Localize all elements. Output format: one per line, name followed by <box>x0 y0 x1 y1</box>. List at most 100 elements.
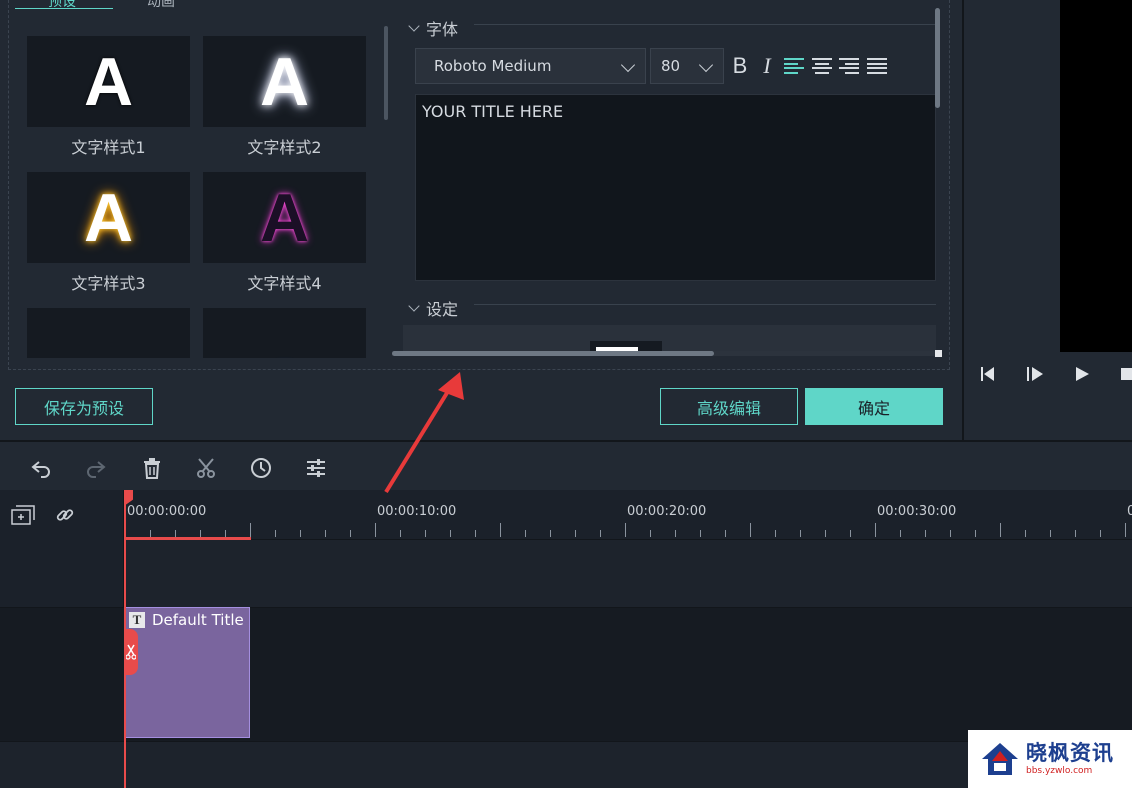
watermark: 晓枫资讯 bbs.yzwlo.com <box>968 730 1132 788</box>
preset-glyph: A <box>260 353 309 358</box>
chevron-down-icon <box>620 57 636 73</box>
font-section-title: 字体 <box>426 20 459 39</box>
preset-glyph: A <box>83 179 134 256</box>
preset-scrollbar[interactable] <box>384 26 388 120</box>
font-size-select[interactable]: 80 <box>650 48 724 84</box>
preset-thumbnail[interactable]: A <box>203 308 366 358</box>
preset-glyph: A <box>84 353 133 358</box>
annotation-arrow-icon <box>384 372 464 494</box>
ruler-tick <box>875 523 876 537</box>
ok-button[interactable]: 确定 <box>805 388 943 425</box>
ruler-tick <box>175 530 176 537</box>
font-family-select[interactable]: Roboto Medium <box>415 48 646 84</box>
watermark-text: 晓枫资讯 bbs.yzwlo.com <box>1026 741 1114 776</box>
bold-button[interactable]: B <box>729 53 751 78</box>
ruler-tick <box>575 530 576 537</box>
preset-item[interactable]: A 文字样式1 <box>27 36 190 158</box>
preset-label: 文字样式3 <box>71 274 146 293</box>
undo-icon[interactable] <box>30 457 52 479</box>
empty-track[interactable] <box>125 540 1132 607</box>
ruler-tick <box>550 530 551 537</box>
title-text-input[interactable]: YOUR TITLE HERE <box>415 94 936 281</box>
adjust-icon[interactable] <box>305 457 327 479</box>
preset-item[interactable]: A <box>27 308 190 358</box>
ruler-tick <box>425 530 426 537</box>
ruler-tick <box>650 530 651 537</box>
preset-glyph: A <box>259 179 310 256</box>
clock-icon[interactable] <box>250 457 272 479</box>
preset-item[interactable]: A 文字样式2 <box>203 36 366 158</box>
preview-video <box>1060 0 1132 352</box>
house-logo-icon <box>982 743 1018 775</box>
ruler-tick <box>1000 523 1001 537</box>
link-icon[interactable] <box>55 505 75 525</box>
save-preset-button[interactable]: 保存为预设 <box>15 388 153 425</box>
preset-glyph: A <box>83 43 134 120</box>
ruler-tick <box>1075 530 1076 537</box>
ruler-tick <box>750 523 751 537</box>
align-center-button[interactable] <box>811 54 833 78</box>
time-ruler[interactable]: 00:00:00:00 00:00:10:00 00:00:20:00 00:0… <box>125 490 1132 540</box>
ruler-tick <box>675 530 676 537</box>
audio-track[interactable] <box>0 741 1132 788</box>
app-window: 预设 动画 A 文字样式1 A 文字样式2 A 文字样式3 A 文字样式4 A <box>0 0 1132 788</box>
align-right-button[interactable] <box>838 54 860 78</box>
playhead-split-button[interactable] <box>124 629 138 675</box>
skip-back-icon[interactable] <box>980 366 998 382</box>
settings-section-title: 设定 <box>426 300 459 319</box>
preset-thumbnail[interactable]: A <box>27 172 190 263</box>
vertical-scrollbar-thumb[interactable] <box>935 8 940 108</box>
ruler-tick <box>625 523 626 537</box>
play-icon[interactable] <box>1074 366 1090 382</box>
preset-item[interactable]: A 文字样式3 <box>27 172 190 294</box>
ruler-tick <box>1025 530 1026 537</box>
preset-thumbnail[interactable]: A <box>27 36 190 127</box>
ruler-tick <box>250 523 251 537</box>
ruler-tick <box>700 530 701 537</box>
advanced-edit-button[interactable]: 高级编辑 <box>660 388 798 425</box>
align-left-button[interactable] <box>783 54 805 78</box>
ruler-tick <box>900 530 901 537</box>
redo-icon[interactable] <box>85 457 107 479</box>
preset-thumbnail[interactable]: A <box>27 308 190 358</box>
ruler-tick <box>450 530 451 537</box>
ruler-tick <box>950 530 951 537</box>
preset-label: 文字样式1 <box>71 138 146 157</box>
ruler-tick <box>525 530 526 537</box>
align-justify-button[interactable] <box>866 54 888 78</box>
preset-item[interactable]: A <box>203 308 366 358</box>
horizontal-scrollbar-thumb[interactable] <box>392 351 714 356</box>
preset-thumbnail[interactable]: A <box>203 36 366 127</box>
ruler-tick <box>1125 523 1126 537</box>
preset-label: 文字样式2 <box>247 138 322 157</box>
add-track-icon[interactable] <box>11 505 35 525</box>
preset-thumbnail[interactable]: A <box>203 172 366 263</box>
scrollbar-corner <box>935 350 942 357</box>
preset-item[interactable]: A 文字样式4 <box>203 172 366 294</box>
ruler-tick <box>475 530 476 537</box>
step-forward-icon[interactable] <box>1026 366 1044 382</box>
ruler-tick <box>200 530 201 537</box>
ruler-tick <box>500 523 501 537</box>
preset-label: 文字样式4 <box>247 274 322 293</box>
watermark-name: 晓枫资讯 <box>1026 741 1114 766</box>
ruler-tick <box>325 530 326 537</box>
preset-glyph: A <box>259 43 310 120</box>
settings-section-header[interactable]: 设定 <box>408 296 459 320</box>
font-section-header[interactable]: 字体 <box>408 16 459 40</box>
timeline-toolbar <box>0 440 1132 490</box>
ruler-tick <box>775 530 776 537</box>
cut-icon[interactable] <box>195 457 217 479</box>
ruler-tick <box>850 530 851 537</box>
section-divider <box>474 304 936 305</box>
stop-icon[interactable] <box>1120 366 1132 382</box>
ruler-tick <box>1100 530 1101 537</box>
ruler-tick <box>925 530 926 537</box>
timeline: 1 1 00:0 <box>0 490 1132 788</box>
title-editor-panel: 预设 动画 A 文字样式1 A 文字样式2 A 文字样式3 A 文字样式4 A <box>0 0 962 440</box>
tick-label: 00:00:20:00 <box>627 504 707 519</box>
preview-player <box>962 0 1132 440</box>
italic-button[interactable]: I <box>756 53 778 78</box>
title-clip[interactable]: T Default Title <box>125 607 250 738</box>
delete-icon[interactable] <box>141 457 163 479</box>
